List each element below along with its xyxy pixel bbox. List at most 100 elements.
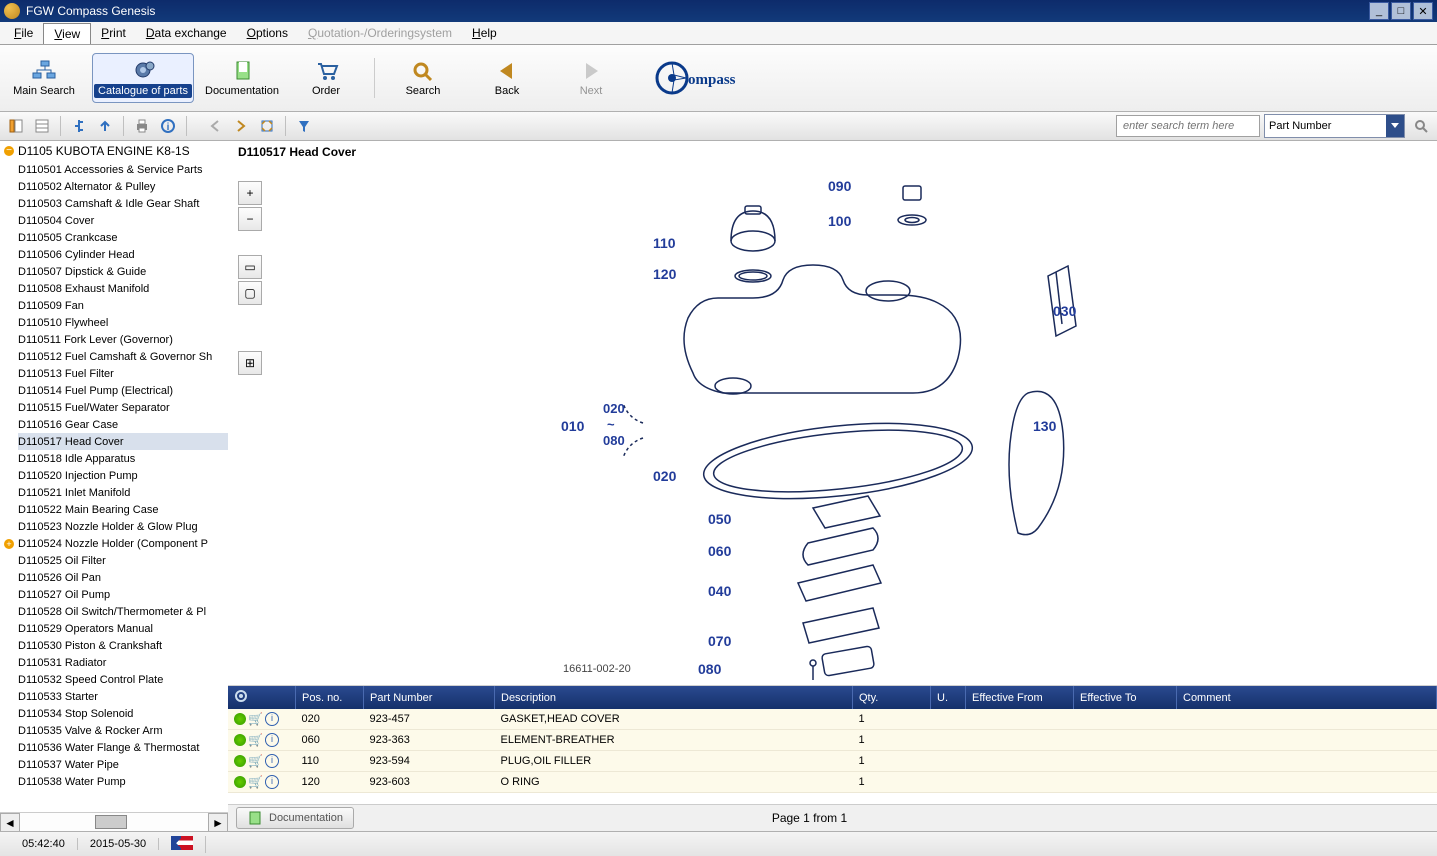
zoom-out-button[interactable]: − [238,207,262,231]
menu-data-exchange[interactable]: Data exchange [136,23,237,43]
tree-node[interactable]: D110514 Fuel Pump (Electrical) [18,382,228,399]
tree-node[interactable]: D110516 Gear Case [18,416,228,433]
print-icon[interactable] [130,114,154,138]
table-row[interactable]: 🛒i120923-603O RING1 [228,772,1437,793]
tree-node[interactable]: D110525 Oil Filter [18,552,228,569]
tree-node[interactable]: D110511 Fork Lever (Governor) [18,331,228,348]
cart-icon[interactable]: 🛒 [248,733,263,747]
tree-h-scrollbar[interactable]: ◄ ► [0,812,228,831]
menu-help[interactable]: Help [462,23,507,43]
minimize-button[interactable]: _ [1369,2,1389,20]
filter-icon[interactable] [292,114,316,138]
tree-root[interactable]: D1105 KUBOTA ENGINE K8-1S [0,141,228,161]
menu-file[interactable]: File [4,23,43,43]
tree-node[interactable]: D110507 Dipstick & Guide [18,263,228,280]
search-go-icon[interactable] [1409,114,1433,138]
documentation-button[interactable]: Documentation [236,807,354,829]
scroll-thumb[interactable] [95,815,127,829]
split-view-button[interactable]: ⊞ [238,351,262,375]
close-button[interactable]: ✕ [1413,2,1433,20]
info-icon[interactable]: i [265,712,279,726]
tree-node[interactable]: D110517 Head Cover [18,433,228,450]
col-header[interactable]: Comment [1177,686,1437,709]
tree-node[interactable]: D110510 Flywheel [18,314,228,331]
toolbar-order[interactable]: Order [290,53,362,103]
tree-node[interactable]: D110515 Fuel/Water Separator [18,399,228,416]
expand-icon[interactable] [255,114,279,138]
maximize-button[interactable]: □ [1391,2,1411,20]
tree-node[interactable]: D110529 Operators Manual [18,620,228,637]
table-row[interactable]: 🛒i020923-457GASKET,HEAD COVER1 [228,709,1437,730]
toolbar-catalogue[interactable]: Catalogue of parts [92,53,194,103]
tree-node[interactable]: D110523 Nozzle Holder & Glow Plug [18,518,228,535]
search-input[interactable] [1116,115,1260,137]
zoom-fit-button[interactable]: ▭ [238,255,262,279]
tree-node[interactable]: D110538 Water Pump [18,773,228,790]
tree-node[interactable]: D110522 Main Bearing Case [18,501,228,518]
scroll-left-icon[interactable]: ◄ [0,813,20,831]
toolbar-main-search[interactable]: Main Search [8,53,80,103]
tree-node[interactable]: D110502 Alternator & Pulley [18,178,228,195]
tree-node[interactable]: D110530 Piston & Crankshaft [18,637,228,654]
col-header[interactable]: Effective From [966,686,1074,709]
scroll-right-icon[interactable]: ► [208,813,228,831]
tree-node[interactable]: D110509 Fan [18,297,228,314]
tree-node[interactable]: D110534 Stop Solenoid [18,705,228,722]
tree-node[interactable]: D110536 Water Flange & Thermostat [18,739,228,756]
tree-node[interactable]: D110505 Crankcase [18,229,228,246]
tree-node[interactable]: D110521 Inlet Manifold [18,484,228,501]
gear-icon[interactable] [234,734,246,746]
tree-node[interactable]: D110513 Fuel Filter [18,365,228,382]
tree-node[interactable]: D110527 Oil Pump [18,586,228,603]
view-left-icon[interactable] [4,114,28,138]
toolbar-documentation[interactable]: Documentation [206,53,278,103]
table-row[interactable]: 🛒i060923-363ELEMENT-BREATHER1 [228,730,1437,751]
view-list-icon[interactable] [30,114,54,138]
col-header[interactable]: Pos. no. [296,686,364,709]
tree-node[interactable]: D110532 Speed Control Plate [18,671,228,688]
tree-up-icon[interactable] [93,114,117,138]
cart-icon[interactable]: 🛒 [248,754,263,768]
table-row[interactable]: 🛒i110923-594PLUG,OIL FILLER1 [228,751,1437,772]
tree-node[interactable]: D110537 Water Pipe [18,756,228,773]
search-type-select[interactable]: Part Number [1264,114,1405,138]
nav-next-icon[interactable] [229,114,253,138]
cart-icon[interactable]: 🛒 [248,775,263,789]
expand-icon[interactable]: + [4,539,14,549]
col-header[interactable] [228,686,296,709]
tree-node[interactable]: D110531 Radiator [18,654,228,671]
zoom-in-button[interactable]: + [238,181,262,205]
tree-collapse-icon[interactable] [67,114,91,138]
collapse-icon[interactable] [4,146,14,156]
col-header[interactable]: Qty. [853,686,931,709]
gear-icon[interactable] [234,713,246,725]
tree-node[interactable]: D110526 Oil Pan [18,569,228,586]
menu-view[interactable]: View [43,23,91,44]
diagram-area[interactable]: + − ▭ ▢ ⊞ [228,163,1437,685]
info-icon[interactable]: i [265,733,279,747]
nav-prev-icon[interactable] [203,114,227,138]
toolbar-back[interactable]: Back [471,53,543,103]
info-icon[interactable]: i [265,754,279,768]
col-header[interactable]: U. [931,686,966,709]
tree-node[interactable]: D110504 Cover [18,212,228,229]
tree-node[interactable]: D110528 Oil Switch/Thermometer & Pl [18,603,228,620]
zoom-100-button[interactable]: ▢ [238,281,262,305]
tree-node[interactable]: D110508 Exhaust Manifold [18,280,228,297]
tree-node[interactable]: D110503 Camshaft & Idle Gear Shaft [18,195,228,212]
col-header[interactable]: Part Number [364,686,495,709]
tree-node[interactable]: D110518 Idle Apparatus [18,450,228,467]
menu-print[interactable]: Print [91,23,136,43]
tree-node[interactable]: D110524 Nozzle Holder (Component P [18,535,208,552]
tree-node[interactable]: D110520 Injection Pump [18,467,228,484]
toolbar-search[interactable]: Search [387,53,459,103]
col-header[interactable]: Description [495,686,853,709]
menu-options[interactable]: Options [237,23,298,43]
tree-node[interactable]: D110501 Accessories & Service Parts [18,161,228,178]
tree-node[interactable]: D110535 Valve & Rocker Arm [18,722,228,739]
status-flag[interactable] [159,836,206,853]
gear-icon[interactable] [234,755,246,767]
info-icon[interactable]: i [156,114,180,138]
tree-node[interactable]: D110533 Starter [18,688,228,705]
gear-icon[interactable] [234,776,246,788]
